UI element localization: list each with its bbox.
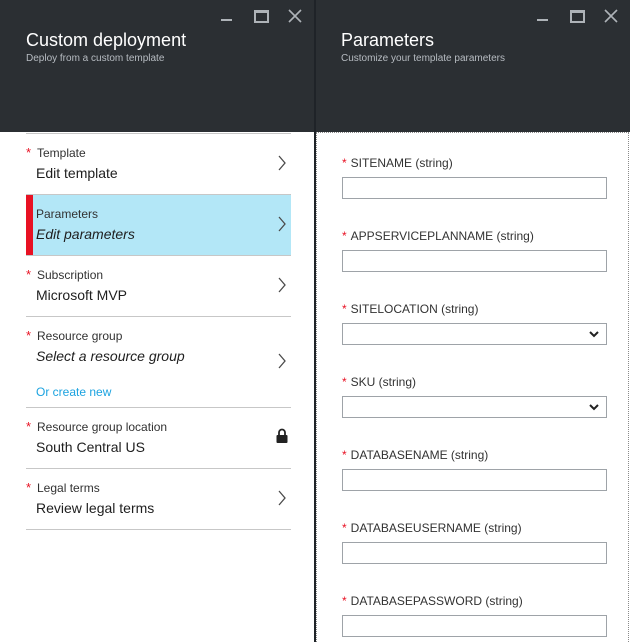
custom-deployment-blade: Custom deployment Deploy from a custom t… [0, 0, 314, 642]
chevron-right-icon [278, 155, 286, 171]
sitename-field: * SITENAME (string) [342, 156, 607, 199]
step-value: Select a resource group [36, 348, 185, 364]
databasepassword-input[interactable] [342, 615, 607, 637]
chevron-down-icon [589, 404, 599, 411]
step-label: Template [37, 146, 86, 160]
window-controls [532, 6, 622, 26]
field-label: SITENAME (string) [350, 156, 453, 170]
create-new-link[interactable]: Or create new [36, 385, 111, 399]
maximize-icon[interactable] [250, 6, 272, 26]
step-label: Subscription [37, 268, 104, 282]
step-resource-group-location: * Resource group location South Central … [26, 408, 291, 469]
field-label: DATABASEUSERNAME (string) [350, 521, 522, 535]
close-icon[interactable] [284, 6, 306, 26]
databaseusername-input[interactable] [342, 542, 607, 564]
required-marker: * [342, 229, 347, 243]
close-icon[interactable] [600, 6, 622, 26]
databaseusername-field: * DATABASEUSERNAME (string) [342, 521, 607, 564]
required-marker: * [342, 448, 347, 462]
blade-title: Parameters [341, 30, 435, 50]
step-value: Microsoft MVP [36, 287, 128, 303]
appserviceplanname-field: * APPSERVICEPLANNAME (string) [342, 229, 607, 272]
blade-header: Custom deployment Deploy from a custom t… [0, 0, 314, 132]
required-marker: * [342, 375, 347, 389]
chevron-down-icon [589, 331, 599, 338]
sitename-input[interactable] [342, 177, 607, 199]
minimize-icon[interactable] [216, 6, 238, 26]
required-marker: * [26, 480, 32, 495]
step-template[interactable]: * Template Edit template [26, 133, 291, 195]
field-label: DATABASENAME (string) [350, 448, 489, 462]
blade-title: Custom deployment [26, 30, 187, 50]
step-legal-terms[interactable]: * Legal terms Review legal terms [26, 469, 291, 530]
step-resource-group[interactable]: * Resource group Select a resource group… [26, 317, 291, 408]
required-marker: * [26, 419, 32, 434]
selection-accent [26, 195, 33, 255]
step-parameters[interactable]: Parameters Edit parameters [26, 195, 291, 256]
required-marker: * [342, 521, 347, 535]
required-marker: * [342, 302, 347, 316]
step-value: Review legal terms [36, 500, 155, 516]
appserviceplanname-input[interactable] [342, 250, 607, 272]
databasename-input[interactable] [342, 469, 607, 491]
field-label: DATABASEPASSWORD (string) [350, 594, 523, 608]
field-label: SITELOCATION (string) [350, 302, 479, 316]
step-value: South Central US [36, 439, 145, 455]
maximize-icon[interactable] [566, 6, 588, 26]
minimize-icon[interactable] [532, 6, 554, 26]
required-marker: * [342, 594, 347, 608]
field-label: SKU (string) [350, 375, 417, 389]
window-controls [216, 6, 306, 26]
parameters-blade: Parameters Customize your template param… [316, 0, 630, 642]
step-label: Parameters [36, 207, 99, 221]
step-label: Legal terms [37, 481, 100, 495]
deployment-steps: * Template Edit template Parameters Edit… [26, 133, 291, 530]
chevron-right-icon [278, 277, 286, 293]
databasepassword-field: * DATABASEPASSWORD (string) [342, 594, 607, 637]
lock-icon [276, 428, 288, 443]
required-marker: * [26, 328, 32, 343]
sku-field: * SKU (string) [342, 375, 607, 418]
blade-header: Parameters Customize your template param… [316, 0, 630, 132]
step-value: Edit template [36, 165, 118, 181]
step-label: Resource group location [37, 420, 168, 434]
sitelocation-select[interactable] [342, 323, 607, 345]
required-marker: * [26, 145, 32, 160]
step-value: Edit parameters [36, 226, 135, 242]
step-subscription[interactable]: * Subscription Microsoft MVP [26, 256, 291, 317]
chevron-right-icon [278, 353, 286, 369]
required-marker: * [342, 156, 347, 170]
step-label: Resource group [37, 329, 123, 343]
sitelocation-field: * SITELOCATION (string) [342, 302, 607, 345]
blade-subtitle: Customize your template parameters [341, 53, 505, 64]
chevron-right-icon [278, 216, 286, 232]
field-label: APPSERVICEPLANNAME (string) [350, 229, 534, 243]
databasename-field: * DATABASENAME (string) [342, 448, 607, 491]
sku-select[interactable] [342, 396, 607, 418]
chevron-right-icon [278, 490, 286, 506]
required-marker: * [26, 267, 32, 282]
parameters-form: * SITENAME (string) * APPSERVICEPLANNAME (… [316, 132, 629, 642]
blade-subtitle: Deploy from a custom template [26, 53, 165, 64]
